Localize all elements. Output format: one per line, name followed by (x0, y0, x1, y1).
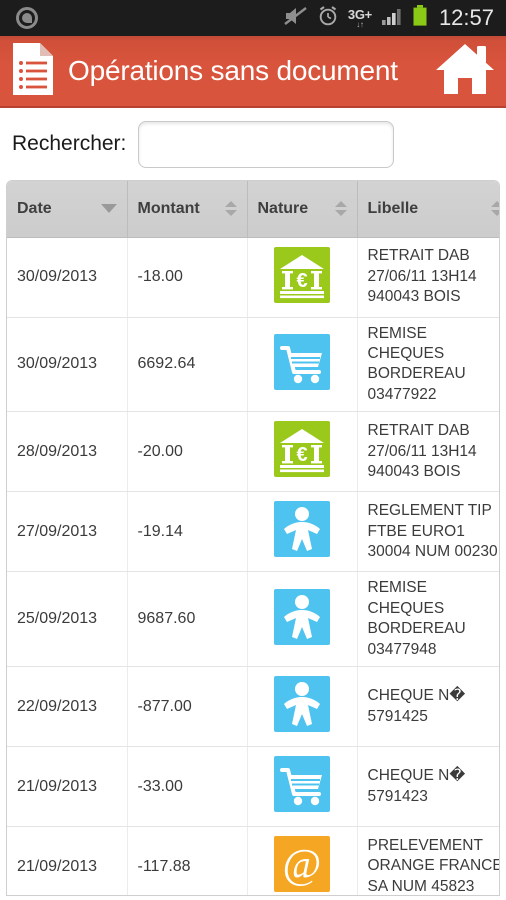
cell-date: 22/09/2013 (7, 666, 128, 748)
cell-date: 25/09/2013 (7, 571, 128, 668)
bank-euro-icon: € (274, 421, 330, 478)
sort-unsorted-icon[interactable] (491, 201, 499, 217)
table-row[interactable]: 30/09/2013 -18.00 € RETRAIT DAB 27/06/11 13… (7, 237, 499, 318)
search-row: Rechercher: (0, 108, 506, 180)
person-icon (274, 501, 330, 558)
battery-icon (412, 4, 428, 32)
alarm-clock-icon (317, 5, 339, 32)
cell-libelle: REMISE CHEQUES BORDEREAU 03477922 (357, 317, 499, 413)
at-sign-icon: @ (274, 836, 330, 893)
cell-nature (247, 317, 358, 413)
person-icon (274, 676, 330, 733)
cell-nature (247, 571, 358, 668)
android-status-bar: 3G+ ↓↑ 12:57 (0, 0, 506, 36)
table-row[interactable]: 27/09/2013 -19.14 REGLEMENT TIP FTBE EURO1… (7, 491, 499, 573)
mute-icon (284, 6, 308, 31)
cell-nature: € (247, 411, 358, 493)
bank-euro-icon: € (274, 246, 330, 303)
cell-date: 21/09/2013 (7, 746, 128, 828)
operations-table: Date Montant Nature Libelle 30/09/2013 -… (7, 181, 499, 895)
cell-montant: -117.88 (127, 826, 248, 895)
column-header-date-label: Date (17, 199, 52, 217)
column-header-montant[interactable]: Montant (127, 181, 248, 238)
table-body: 30/09/2013 -18.00 € RETRAIT DAB 27/06/11 13… (7, 237, 499, 895)
shopping-cart-icon (274, 756, 330, 813)
cell-montant: -18.00 (127, 237, 248, 318)
sort-unsorted-icon[interactable] (334, 201, 347, 217)
svg-text:€: € (296, 270, 307, 292)
cell-libelle: PRELEVEMENT ORANGE FRANCE SA NUM 45823 (357, 826, 499, 895)
cell-nature (247, 491, 358, 573)
column-header-nature[interactable]: Nature (247, 181, 358, 238)
table-header: Date Montant Nature Libelle (7, 181, 499, 238)
cell-libelle: RETRAIT DAB 27/06/11 13H14 940043 BOIS (357, 411, 499, 493)
svg-text:@: @ (283, 842, 322, 888)
cell-montant: -19.14 (127, 491, 248, 573)
table-row[interactable]: 22/09/2013 -877.00 CHEQUE N� 5791425 (7, 666, 499, 748)
sort-unsorted-icon[interactable] (224, 201, 237, 217)
column-header-montant-label: Montant (137, 199, 200, 217)
cell-montant: -877.00 (127, 666, 248, 748)
cell-libelle: CHEQUE N� 5791423 (357, 746, 499, 828)
status-bar-notifications (8, 7, 38, 29)
search-label: Rechercher: (12, 132, 127, 155)
table-header-row: Date Montant Nature Libelle (7, 181, 499, 238)
cell-montant: 9687.60 (127, 571, 248, 668)
document-list-icon (10, 41, 56, 102)
column-header-nature-label: Nature (257, 199, 309, 217)
column-header-libelle-label: Libelle (367, 199, 419, 217)
cell-nature (247, 666, 358, 748)
cell-date: 27/09/2013 (7, 491, 128, 573)
cell-libelle: REGLEMENT TIP FTBE EURO1 30004 NUM 00230 (357, 491, 499, 573)
cell-montant: -20.00 (127, 411, 248, 493)
cell-date: 30/09/2013 (7, 317, 128, 413)
cell-montant: -33.00 (127, 746, 248, 828)
status-bar-system-icons: 3G+ ↓↑ 12:57 (284, 4, 498, 32)
table-row[interactable]: 21/09/2013 -33.00 CHEQUE N� 5791423 (7, 746, 499, 828)
cell-libelle: CHEQUE N� 5791425 (357, 666, 499, 748)
column-header-date[interactable]: Date (7, 181, 128, 238)
column-header-libelle[interactable]: Libelle (357, 181, 499, 238)
circle-notification-icon (16, 7, 38, 29)
table-row[interactable]: 25/09/2013 9687.60 REMISE CHEQUES BORDEREA… (7, 571, 499, 668)
signal-bars-icon (381, 6, 403, 31)
clock-time: 12:57 (438, 5, 494, 30)
cell-date: 28/09/2013 (7, 411, 128, 493)
search-input[interactable] (138, 120, 395, 168)
cell-libelle: RETRAIT DAB 27/06/11 13H14 940043 BOIS (357, 237, 499, 318)
home-icon[interactable] (434, 40, 496, 103)
network-type-indicator: 3G+ ↓↑ (348, 8, 372, 29)
cell-nature: @ (247, 826, 358, 895)
cell-nature: € (247, 237, 358, 318)
cell-montant: 6692.64 (127, 317, 248, 413)
person-icon (274, 588, 330, 645)
page-title: Opérations sans document (68, 55, 398, 86)
cell-nature (247, 746, 358, 828)
sort-descending-icon[interactable] (100, 204, 117, 214)
shopping-cart-icon (274, 333, 330, 390)
data-transfer-arrows-icon: ↓↑ (356, 20, 364, 29)
operations-table-container: Date Montant Nature Libelle 30/09/2013 -… (6, 180, 500, 896)
cell-date: 21/09/2013 (7, 826, 128, 895)
app-header-bar: Opérations sans document (0, 36, 506, 108)
cell-date: 30/09/2013 (7, 237, 128, 318)
table-row[interactable]: 30/09/2013 6692.64 REMISE CHEQUES BORDEREA… (7, 317, 499, 413)
svg-text:€: € (296, 444, 307, 466)
table-row[interactable]: 21/09/2013 -117.88 @ PRELEVEMENT ORANGE FRA… (7, 826, 499, 895)
table-row[interactable]: 28/09/2013 -20.00 € RETRAIT DAB 27/06/11 13… (7, 411, 499, 493)
cell-libelle: REMISE CHEQUES BORDEREAU 03477948 (357, 571, 499, 668)
